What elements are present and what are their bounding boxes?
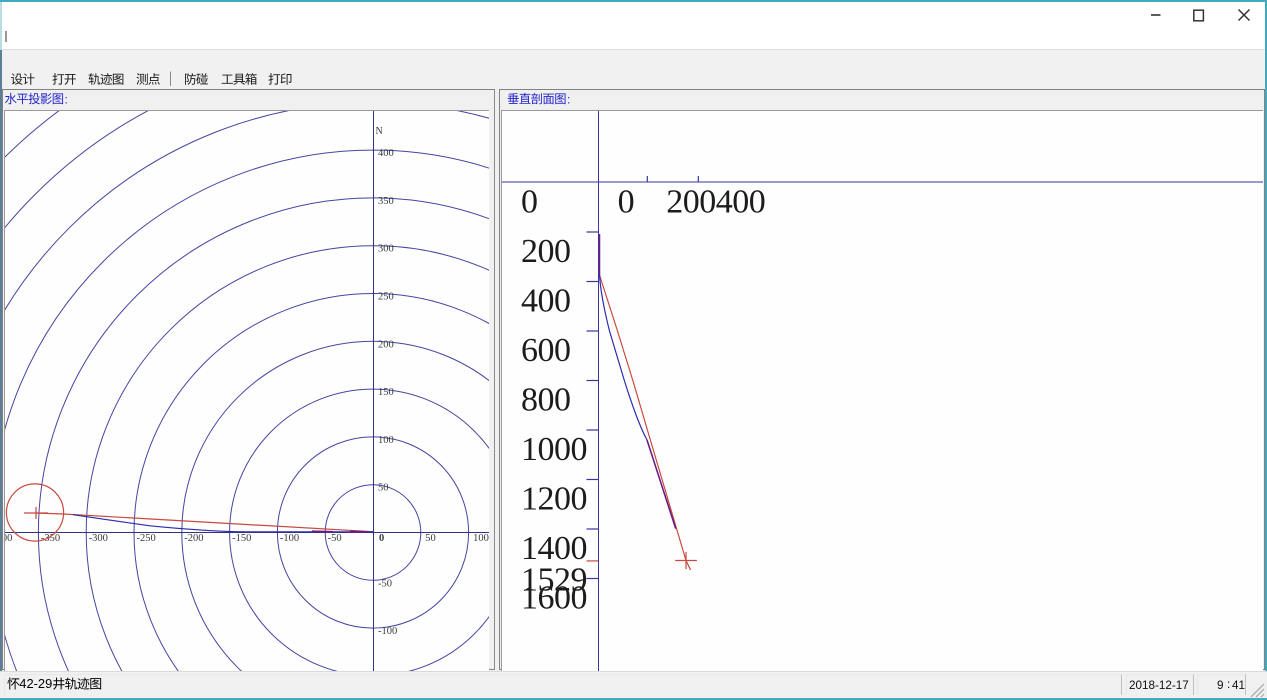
svg-text:50: 50 — [425, 533, 436, 544]
svg-text:200: 200 — [521, 233, 571, 270]
svg-text:1000: 1000 — [521, 431, 587, 468]
svg-text:42-29: 42-29 — [19, 676, 52, 691]
svg-text:400: 400 — [521, 282, 571, 319]
svg-text:1200: 1200 — [521, 480, 587, 517]
svg-text:100: 100 — [473, 533, 489, 544]
svg-text:800: 800 — [521, 381, 571, 418]
svg-text:0: 0 — [618, 183, 635, 220]
svg-text:600: 600 — [521, 332, 571, 369]
svg-text::: : — [567, 93, 570, 107]
svg-text:1529: 1529 — [521, 562, 587, 599]
svg-text:200400: 200400 — [666, 183, 765, 220]
svg-text:0: 0 — [521, 183, 538, 220]
